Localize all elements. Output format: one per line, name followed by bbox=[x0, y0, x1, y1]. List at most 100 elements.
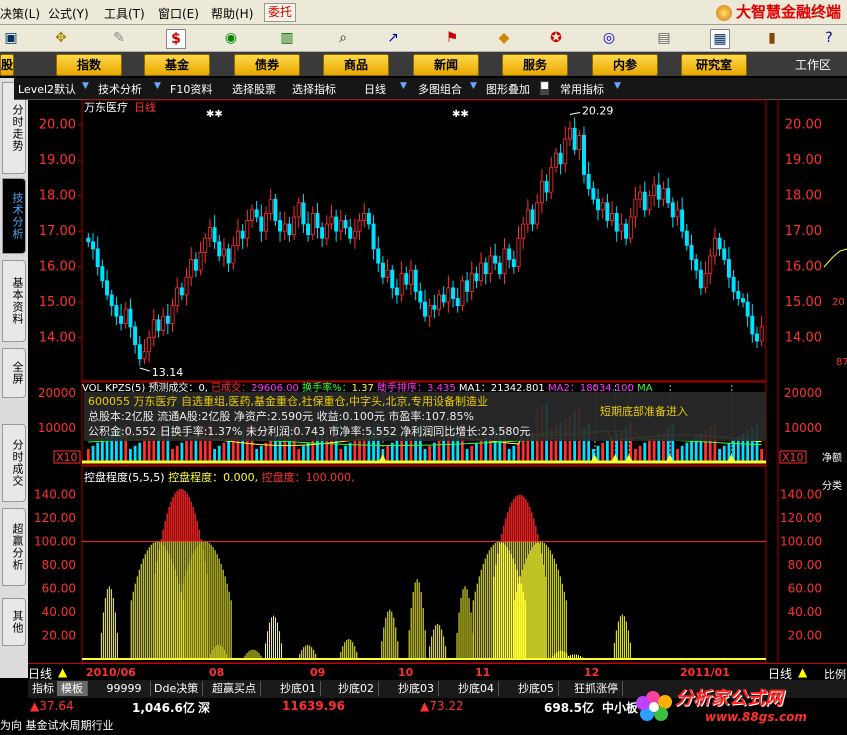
menu-tools[interactable]: 工具(T) bbox=[104, 5, 145, 22]
menu-bar: 决策(L) 公式(Y) 工具(T) 窗口(E) 帮助(H) 委托 大智慧金融终端 bbox=[0, 0, 847, 25]
candle-body bbox=[581, 134, 586, 175]
candle-body bbox=[212, 227, 217, 243]
candle-body bbox=[493, 255, 498, 264]
func-select-stock[interactable]: 选择股票 bbox=[232, 81, 276, 97]
kz-value-1: 0.000, bbox=[223, 471, 259, 484]
tab-technical[interactable]: 技术分析 bbox=[2, 178, 26, 254]
candle-body bbox=[385, 269, 390, 278]
nav-news[interactable]: 新闻 bbox=[413, 54, 479, 76]
func-f10[interactable]: F10资料 bbox=[170, 81, 212, 97]
globe-icon[interactable]: ◎ bbox=[600, 29, 618, 47]
pattern-icon[interactable]: ◉ bbox=[222, 29, 240, 47]
ruler-icon[interactable]: ✎ bbox=[110, 29, 128, 47]
candle-body bbox=[175, 287, 180, 307]
candle-body bbox=[165, 315, 170, 324]
tab-superwin[interactable]: 超赢分析 bbox=[2, 508, 26, 586]
window-icon[interactable]: ▦ bbox=[710, 29, 730, 49]
nav-insider[interactable]: 内参 bbox=[592, 54, 658, 76]
signal-triangle: ▲ bbox=[624, 451, 634, 465]
date-tick: 2010/06 bbox=[86, 666, 136, 679]
tab-limit-up[interactable]: 狂抓涨停 bbox=[570, 681, 623, 696]
volume-bar bbox=[638, 445, 642, 463]
date-tick: 08 bbox=[209, 666, 225, 679]
note-icon[interactable]: ▤ bbox=[655, 29, 673, 47]
screen-icon[interactable]: ▣ bbox=[2, 29, 20, 47]
tab-bottom03[interactable]: 抄底03 bbox=[394, 681, 439, 696]
lock-icon[interactable]: ■ bbox=[540, 81, 549, 95]
tab-superwin-buy[interactable]: 超赢买点 bbox=[208, 681, 261, 696]
tab-bottom05[interactable]: 抄底05 bbox=[514, 681, 559, 696]
candle-body bbox=[544, 181, 549, 193]
dropdown-icon[interactable]: ▼ bbox=[82, 81, 91, 95]
dropdown-icon[interactable]: ▼ bbox=[470, 81, 479, 95]
workspace-label[interactable]: 工作区 bbox=[795, 56, 831, 73]
func-technical[interactable]: 技术分析 bbox=[98, 81, 142, 97]
low-marker bbox=[139, 367, 150, 372]
status-amount-1: 1,046.6亿 bbox=[132, 701, 195, 715]
candle-body bbox=[264, 213, 269, 232]
bell-icon[interactable]: ✪ bbox=[547, 29, 565, 47]
news-ticker[interactable]: 为向 基金试水周期行业 bbox=[0, 717, 114, 733]
tab-bottom02[interactable]: 抄底02 bbox=[334, 681, 379, 696]
tab-bottom01[interactable]: 抄底01 bbox=[276, 681, 321, 696]
candle-body bbox=[189, 259, 194, 278]
func-multi-chart[interactable]: 多图组合 bbox=[418, 81, 462, 97]
books-icon[interactable]: ▮ bbox=[763, 29, 781, 47]
nav-bar: 股 指数 基金 债券 商品 新闻 服务 内参 研究室 工作区 bbox=[0, 52, 847, 76]
nav-research[interactable]: 研究室 bbox=[681, 54, 747, 76]
weituo-button[interactable]: 委托 bbox=[264, 3, 297, 22]
tab-99999[interactable]: 99999 bbox=[98, 681, 151, 696]
nav-index[interactable]: 指数 bbox=[56, 54, 122, 76]
binoculars-icon[interactable]: ⌕ bbox=[334, 29, 352, 47]
tab-tick[interactable]: 分时成交 bbox=[2, 424, 26, 502]
candle-body bbox=[446, 287, 451, 303]
nav-commodity[interactable]: 商品 bbox=[323, 54, 389, 76]
func-level2[interactable]: Level2默认 bbox=[18, 81, 76, 97]
tab-other[interactable]: 其他 bbox=[2, 598, 26, 646]
menu-help[interactable]: 帮助(H) bbox=[211, 5, 253, 22]
volume-bar bbox=[259, 445, 263, 463]
menu-window[interactable]: 窗口(E) bbox=[158, 5, 199, 22]
tab-template[interactable]: 模板 bbox=[57, 681, 88, 696]
dollar-icon[interactable]: $ bbox=[166, 29, 186, 49]
dropdown-icon[interactable]: ▼ bbox=[614, 81, 623, 95]
nav-bond[interactable]: 债券 bbox=[234, 54, 300, 76]
candle-body bbox=[680, 209, 685, 232]
diamond-icon[interactable]: ◆ bbox=[495, 29, 513, 47]
candle-body bbox=[745, 301, 750, 317]
kz-axis-label: 80.00 bbox=[42, 558, 76, 572]
candle-body bbox=[105, 280, 110, 296]
tab-indicator[interactable]: 指标 bbox=[28, 681, 59, 696]
tab-fundamental[interactable]: 基本资料 bbox=[2, 260, 26, 342]
candle-body bbox=[357, 220, 362, 232]
nav-fund[interactable]: 基金 bbox=[144, 54, 210, 76]
func-period[interactable]: 日线 bbox=[364, 81, 386, 97]
nav-service[interactable]: 服务 bbox=[502, 54, 568, 76]
dropdown-icon[interactable]: ▼ bbox=[400, 81, 409, 95]
menu-formula[interactable]: 公式(Y) bbox=[48, 5, 89, 22]
func-common-indicators[interactable]: 常用指标 bbox=[560, 81, 604, 97]
star-marker: ✱✱ bbox=[452, 109, 469, 120]
triangle-up-icon[interactable]: ▲ bbox=[798, 665, 807, 679]
func-select-indicator[interactable]: 选择指标 bbox=[292, 81, 336, 97]
triangle-up-icon[interactable]: ▲ bbox=[58, 665, 67, 679]
dropdown-icon[interactable]: ▼ bbox=[154, 81, 163, 95]
flag-icon[interactable]: ⚑ bbox=[443, 29, 461, 47]
candle-body bbox=[717, 237, 722, 250]
candle-body bbox=[287, 223, 292, 236]
volume-bar bbox=[143, 439, 146, 463]
chart-up-icon[interactable]: ↗ bbox=[384, 29, 402, 47]
nav-stock[interactable]: 股 bbox=[0, 54, 14, 76]
help-icon[interactable]: ? bbox=[820, 29, 838, 47]
tab-fullscreen[interactable]: 全屏 bbox=[2, 348, 26, 398]
candle-body bbox=[170, 305, 175, 324]
tab-dde[interactable]: Dde决策 bbox=[150, 681, 204, 696]
func-overlay[interactable]: 图形叠加 bbox=[486, 81, 530, 97]
tab-bottom04[interactable]: 抄底04 bbox=[454, 681, 499, 696]
bars-icon[interactable]: ▥ bbox=[278, 29, 296, 47]
candle-body bbox=[376, 248, 381, 264]
move-icon[interactable]: ✥ bbox=[52, 29, 70, 47]
kz-axis-label-right: 80.00 bbox=[788, 558, 822, 572]
menu-decision[interactable]: 决策(L) bbox=[0, 5, 40, 22]
candle-body bbox=[100, 266, 105, 282]
